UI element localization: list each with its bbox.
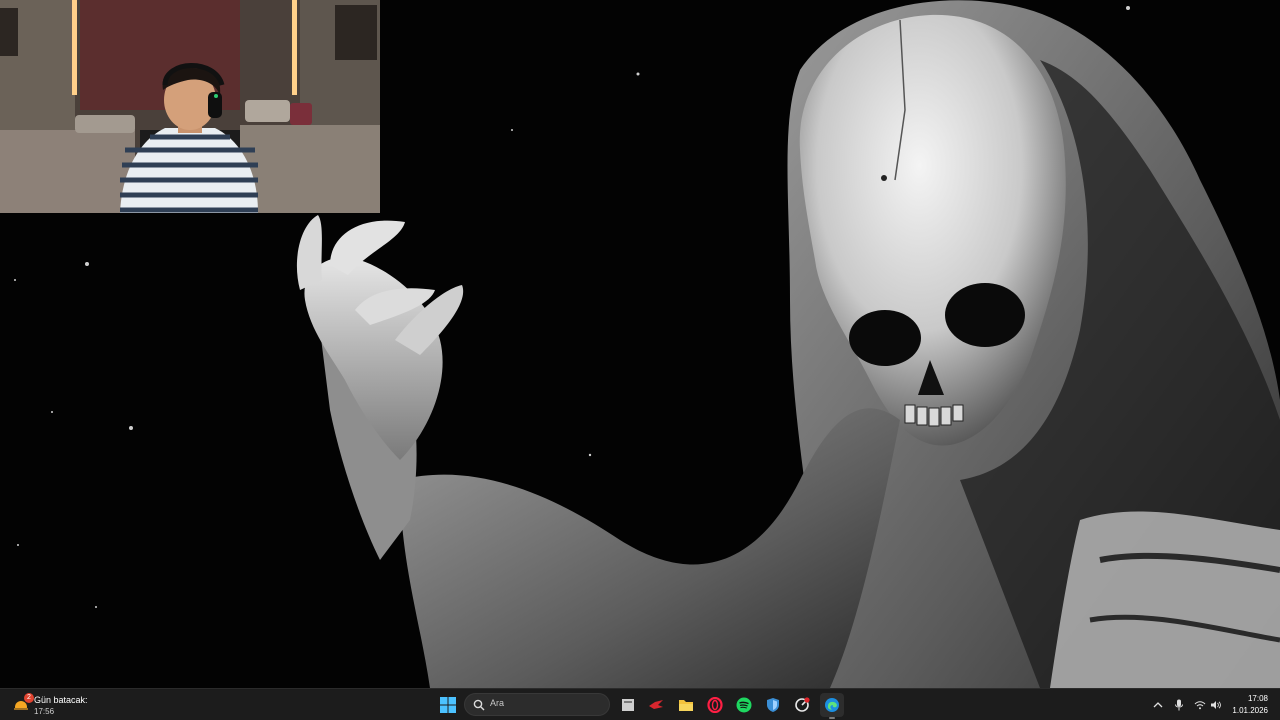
- taskbar-app-spotify[interactable]: [732, 693, 756, 717]
- taskbar-app-shield[interactable]: [761, 693, 785, 717]
- search-placeholder: Ara: [490, 698, 505, 708]
- weather-widget[interactable]: 2 Gün batacak: 17:56: [10, 692, 130, 718]
- notification-badge: 2: [24, 693, 34, 703]
- network-button[interactable]: [1193, 698, 1207, 712]
- shield-app-icon: [767, 698, 779, 712]
- taskbar-app-edge[interactable]: [820, 693, 844, 719]
- taskbar-app-red[interactable]: [644, 693, 668, 717]
- opera-gx-icon: [707, 697, 723, 713]
- file-viewer-icon: [622, 699, 634, 711]
- show-hidden-icons-button[interactable]: [1151, 698, 1165, 712]
- taskbar-app-file-viewer[interactable]: [616, 693, 640, 717]
- edge-icon: [825, 698, 839, 712]
- active-app-indicator: [829, 717, 835, 719]
- steelseries-icon: [795, 697, 810, 712]
- clock-date: 1.01.2026: [1232, 706, 1268, 715]
- file-explorer-icon: [679, 700, 693, 711]
- weather-title: Gün batacak:: [34, 695, 88, 705]
- webcam-person-image: [0, 0, 380, 213]
- volume-button[interactable]: [1209, 698, 1223, 712]
- webcam-overlay: [0, 0, 380, 213]
- taskbar-app-file-explorer[interactable]: [674, 693, 698, 717]
- weather-time: 17:56: [34, 707, 55, 716]
- start-button[interactable]: [436, 693, 460, 717]
- volume-icon: [1211, 701, 1221, 709]
- clock-time: 17:08: [1247, 694, 1268, 703]
- chevron-up-icon: [1153, 702, 1163, 708]
- red-app-icon: [649, 700, 663, 709]
- taskbar-app-opera-gx[interactable]: [703, 693, 727, 717]
- desktop-screen: 2 Gün batacak: 17:56 Ara 17:08 1.01.2026: [0, 0, 1280, 720]
- taskbar: 2 Gün batacak: 17:56 Ara 17:08 1.01.2026: [0, 688, 1280, 720]
- search-icon: [473, 699, 485, 711]
- wifi-icon: [1194, 701, 1206, 710]
- windows-start-icon: [440, 697, 456, 713]
- microphone-icon: [1175, 699, 1183, 711]
- spotify-icon: [736, 697, 752, 713]
- taskbar-search[interactable]: Ara: [464, 693, 610, 716]
- microphone-button[interactable]: [1172, 698, 1186, 712]
- taskbar-app-steelseries[interactable]: [790, 693, 814, 717]
- system-clock[interactable]: 17:08 1.01.2026: [1226, 693, 1276, 717]
